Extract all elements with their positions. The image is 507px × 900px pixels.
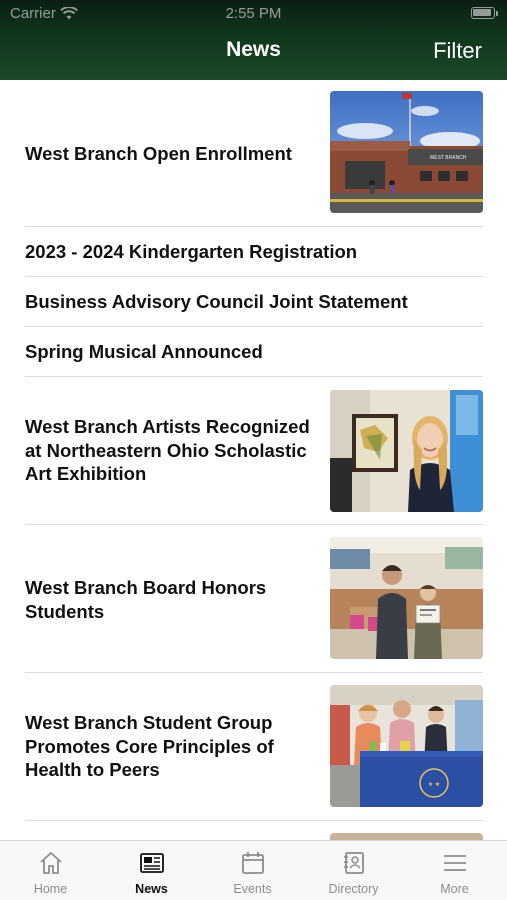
news-list[interactable]: West Branch Open Enrollment WEST BRANCH: [0, 80, 507, 840]
tab-label: Events: [233, 882, 272, 896]
contact-book-icon: [344, 852, 364, 874]
newspaper-icon: [140, 853, 164, 873]
news-item-business-advisory[interactable]: Business Advisory Council Joint Statemen…: [25, 277, 483, 327]
news-thumbnail-partial: [330, 833, 483, 840]
battery-tip: [496, 11, 498, 16]
news-title: Business Advisory Council Joint Statemen…: [25, 291, 408, 312]
news-item-board-honors[interactable]: West Branch Board Honors Students: [25, 525, 483, 673]
tab-more[interactable]: More: [404, 841, 505, 900]
tab-bar: Home News Events Directory More: [0, 840, 507, 900]
news-title: 2023 - 2024 Kindergarten Registration: [25, 241, 358, 262]
news-item-open-enrollment[interactable]: West Branch Open Enrollment WEST BRANCH: [25, 80, 483, 227]
news-item-partial[interactable]: [25, 821, 483, 840]
news-item-student-group-health[interactable]: West Branch Student Group Promotes Core …: [25, 673, 483, 821]
home-icon: [40, 852, 62, 874]
news-title: West Branch Student Group Promotes Core …: [25, 712, 274, 780]
page-title: News: [226, 38, 281, 61]
news-thumbnail-students-at-table: ★ ★: [330, 685, 483, 807]
tab-label: Home: [33, 882, 68, 896]
tab-label: Directory: [328, 882, 379, 896]
news-item-kindergarten-registration[interactable]: 2023 - 2024 Kindergarten Registration: [25, 227, 483, 277]
news-title: West Branch Open Enrollment: [25, 143, 292, 164]
svg-text:WEST BRANCH: WEST BRANCH: [430, 155, 467, 161]
news-title: Spring Musical Announced: [25, 341, 263, 362]
status-bar: Carrier 2:55 PM: [0, 0, 507, 28]
menu-icon: [444, 855, 466, 871]
filter-button[interactable]: Filter: [433, 38, 482, 64]
tab-events[interactable]: Events: [202, 841, 303, 900]
calendar-icon: [242, 852, 264, 874]
tab-home[interactable]: Home: [0, 841, 101, 900]
tab-news[interactable]: News: [101, 841, 202, 900]
tab-label: News: [135, 882, 168, 896]
tab-label: More: [440, 882, 469, 896]
news-item-artists-recognized[interactable]: West Branch Artists Recognized at Northe…: [25, 377, 483, 525]
news-thumbnail-school-building: WEST BRANCH: [330, 91, 483, 213]
news-item-spring-musical[interactable]: Spring Musical Announced: [25, 327, 483, 377]
news-title: West Branch Artists Recognized at Northe…: [25, 416, 310, 484]
news-title: West Branch Board Honors Students: [25, 577, 267, 622]
svg-text:★ ★: ★ ★: [428, 781, 440, 788]
news-thumbnail-student-with-certificate: [330, 537, 483, 659]
status-time: 2:55 PM: [225, 5, 282, 22]
battery-icon: [471, 7, 495, 19]
nav-header: Carrier 2:55 PM News Filter: [0, 0, 507, 80]
tab-directory[interactable]: Directory: [303, 841, 404, 900]
news-thumbnail-student-with-artwork: [330, 390, 483, 512]
